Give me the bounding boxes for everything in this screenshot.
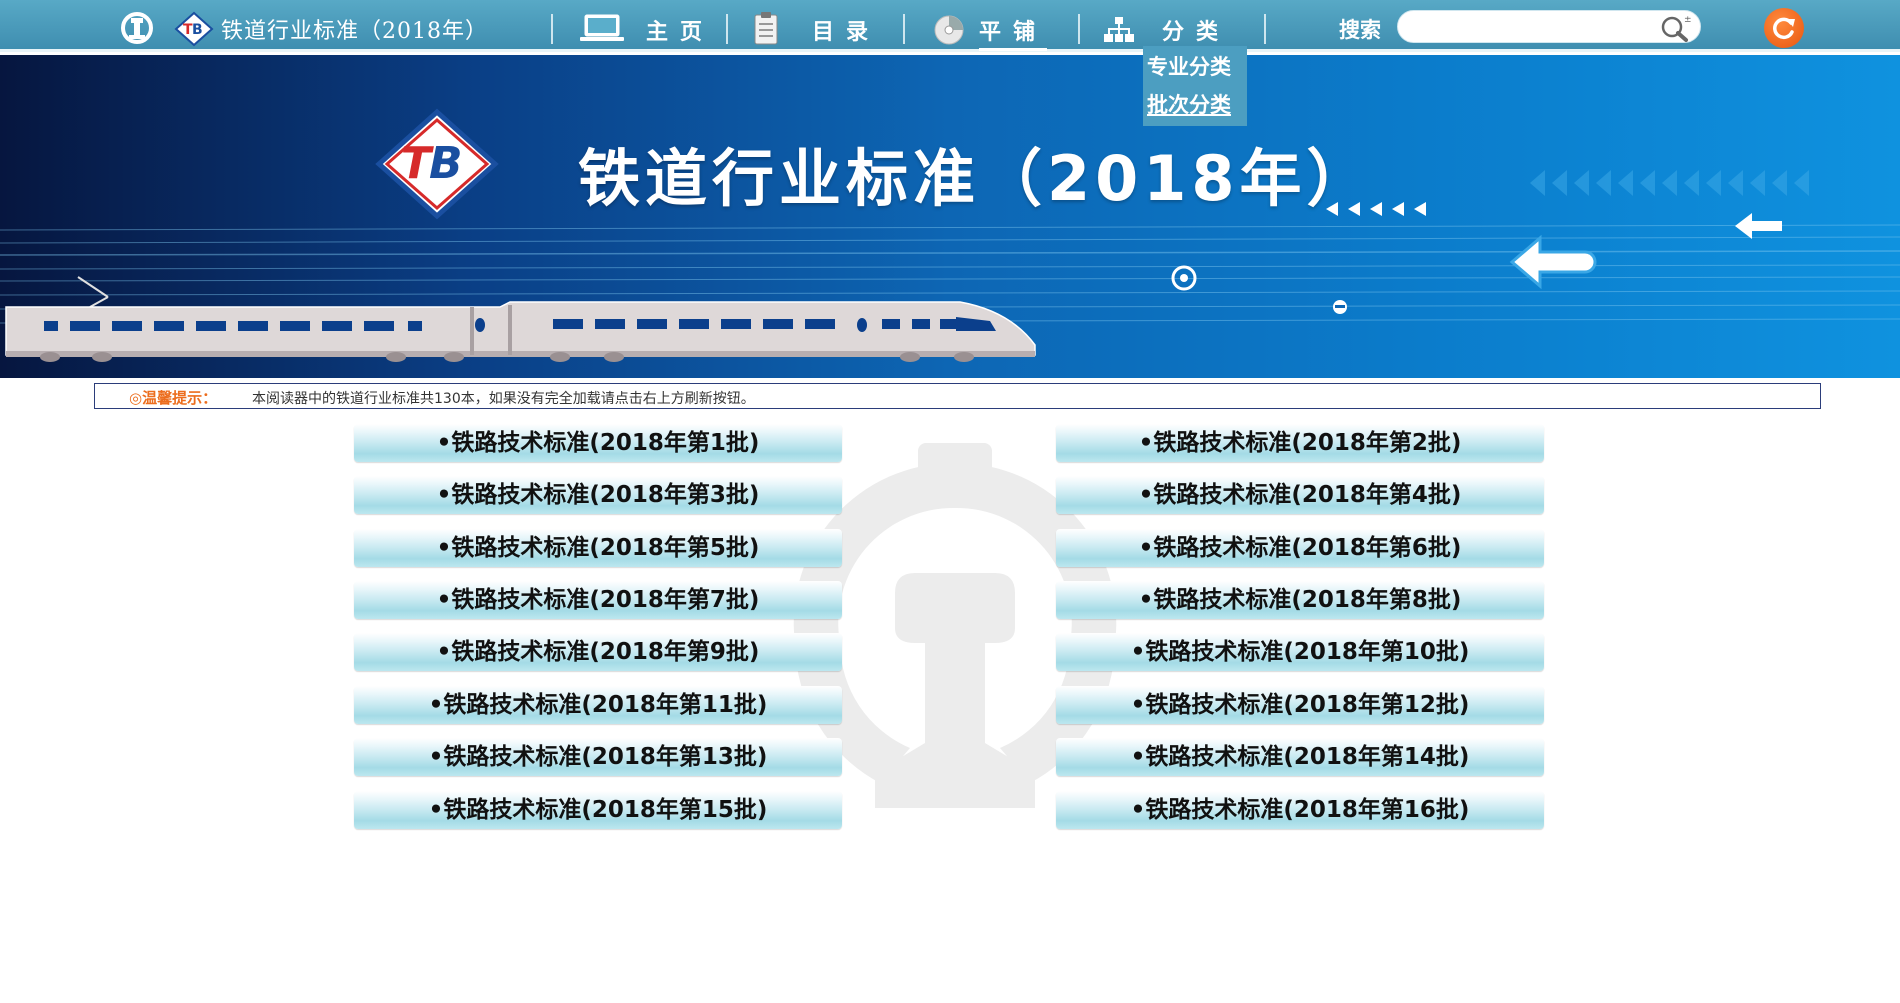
tb-logo-icon: T B	[174, 11, 214, 47]
nav-separator	[1264, 14, 1266, 44]
batch-button-5[interactable]: •铁路技术标准(2018年第5批)	[354, 529, 842, 567]
batch-button-4[interactable]: •铁路技术标准(2018年第4批)	[1056, 476, 1544, 514]
nav-separator	[551, 14, 553, 44]
hierarchy-icon	[1104, 17, 1134, 42]
batch-button-12[interactable]: •铁路技术标准(2018年第12批)	[1056, 686, 1544, 724]
menu-item-batch[interactable]: 批次分类	[1147, 86, 1245, 124]
refresh-icon	[1773, 17, 1795, 40]
railway-emblem-icon	[121, 12, 153, 44]
batch-button-9[interactable]: •铁路技术标准(2018年第9批)	[354, 633, 842, 671]
nav-category-label: 分类	[1162, 19, 1231, 45]
batch-button-1[interactable]: •铁路技术标准(2018年第1批)	[354, 424, 842, 462]
svg-text:B: B	[429, 138, 463, 189]
notice-label: ◎温馨提示：	[129, 389, 218, 407]
svg-text:B: B	[192, 22, 203, 38]
svg-text:±: ±	[1684, 15, 1692, 25]
batch-button-11[interactable]: •铁路技术标准(2018年第11批)	[354, 686, 842, 724]
laptop-icon	[580, 14, 624, 41]
batch-button-10[interactable]: •铁路技术标准(2018年第10批)	[1056, 633, 1544, 671]
banner-title: 铁道行业标准（2018年）	[578, 142, 1374, 215]
menu-item-discipline[interactable]: 专业分类	[1147, 48, 1245, 86]
nav-catalog[interactable]: 目录	[752, 8, 872, 48]
nav-catalog-label: 目录	[812, 19, 881, 45]
disc-icon	[934, 15, 964, 45]
batch-button-2[interactable]: •铁路技术标准(2018年第2批)	[1056, 424, 1544, 462]
search-icon[interactable]: ±	[1658, 14, 1692, 42]
refresh-button[interactable]	[1764, 8, 1804, 48]
search-input[interactable]	[1412, 15, 1652, 39]
nav-home[interactable]: 主页	[580, 8, 710, 48]
clipboard-icon	[754, 12, 778, 45]
category-dropdown: 专业分类 批次分类	[1143, 46, 1247, 126]
batch-button-6[interactable]: •铁路技术标准(2018年第6批)	[1056, 529, 1544, 567]
nav-category[interactable]: 分类	[1104, 8, 1234, 48]
notice-bar: ◎温馨提示： 本阅读器中的铁道行业标准共130本，如果没有完全加载请点击右上方刷…	[94, 383, 1821, 409]
search-box: ±	[1397, 10, 1701, 43]
train-graphic	[5, 276, 1036, 362]
batch-button-7[interactable]: •铁路技术标准(2018年第7批)	[354, 581, 842, 619]
batch-button-3[interactable]: •铁路技术标准(2018年第3批)	[354, 476, 842, 514]
batch-button-14[interactable]: •铁路技术标准(2018年第14批)	[1056, 738, 1544, 776]
batch-button-16[interactable]: •铁路技术标准(2018年第16批)	[1056, 791, 1544, 829]
search-label: 搜索	[1339, 18, 1381, 42]
top-nav-bar: T B 铁道行业标准（2018年） 主页 目录 平铺 分类 搜索 ±	[0, 0, 1900, 52]
hero-banner: T B 铁道行业标准（2018年）	[0, 55, 1900, 378]
nav-home-label: 主页	[646, 19, 715, 45]
batch-button-8[interactable]: •铁路技术标准(2018年第8批)	[1056, 581, 1544, 619]
batch-button-15[interactable]: •铁路技术标准(2018年第15批)	[354, 791, 842, 829]
nav-separator	[1078, 14, 1080, 44]
batch-button-13[interactable]: •铁路技术标准(2018年第13批)	[354, 738, 842, 776]
nav-separator	[726, 14, 728, 44]
notice-text: 本阅读器中的铁道行业标准共130本，如果没有完全加载请点击右上方刷新按钮。	[252, 391, 755, 407]
nav-separator	[903, 14, 905, 44]
nav-tile[interactable]: 平铺	[932, 8, 1052, 51]
nav-tile-label: 平铺	[979, 14, 1048, 51]
app-title: 铁道行业标准（2018年）	[221, 19, 488, 44]
